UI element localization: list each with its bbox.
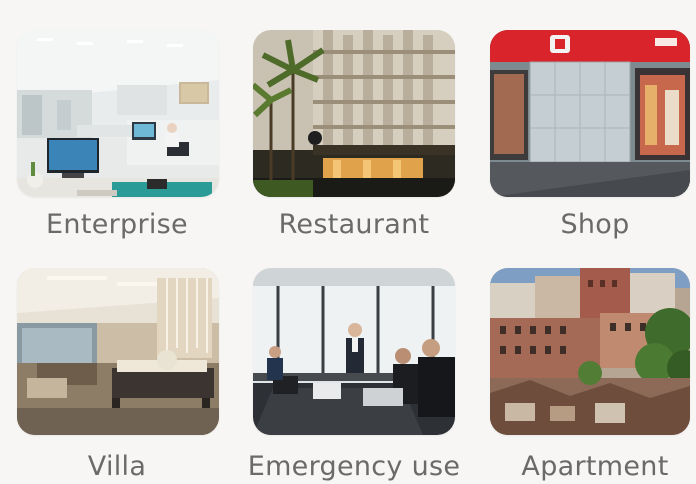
villa-photo (17, 268, 219, 435)
scenario-card-apartment[interactable] (490, 268, 690, 435)
office-photo (17, 30, 219, 197)
shop-photo (490, 30, 690, 197)
meeting-photo (253, 268, 455, 435)
apartment-photo (490, 268, 690, 435)
scenario-label-villa: Villa (87, 451, 147, 482)
scenario-card-restaurant[interactable] (253, 30, 455, 197)
scenario-label-apartment: Apartment (521, 451, 669, 482)
scenario-card-shop[interactable] (490, 30, 690, 197)
scenario-card-villa[interactable] (17, 268, 219, 435)
scenario-label-shop: Shop (560, 209, 630, 240)
scenario-label-emergency-use: Emergency use (247, 451, 461, 482)
scenario-card-emergency-use[interactable] (253, 268, 455, 435)
restaurant-photo (253, 30, 455, 197)
scenario-label-restaurant: Restaurant (278, 209, 430, 240)
scenario-card-enterprise[interactable] (17, 30, 219, 197)
scenario-label-enterprise: Enterprise (46, 209, 188, 240)
